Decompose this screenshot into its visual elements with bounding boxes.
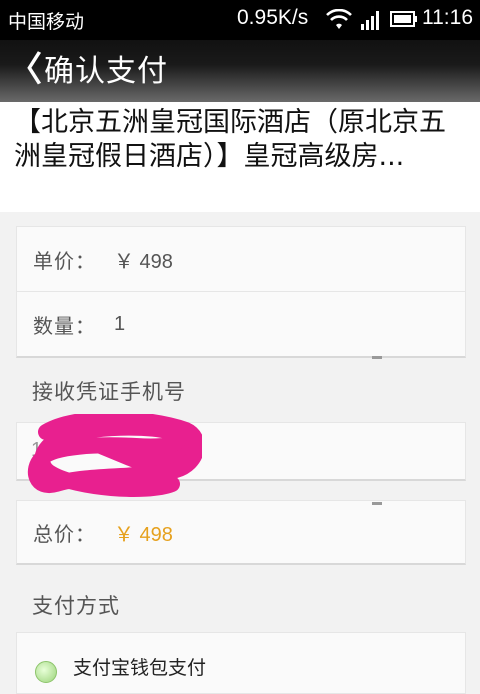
unit-price-value: ￥ 498: [114, 250, 173, 273]
hotel-title: 【北京五洲皇冠国际酒店（原北京五洲皇冠假日酒店）】皇冠高级房...: [14, 106, 464, 174]
payment-section-label: 支付方式: [32, 594, 120, 618]
redaction-scribble: [27, 414, 202, 497]
total-label: 总价：: [33, 521, 96, 546]
divider-notch: [372, 356, 382, 359]
divider-notch: [372, 502, 382, 505]
total-card: 总价： ￥ 498: [16, 500, 466, 565]
quantity-row[interactable]: 数量： 1: [17, 291, 465, 356]
network-speed: 0.95K/s: [237, 6, 309, 29]
clock: 11:16: [422, 6, 473, 29]
status-bar: 中国移动 0.95K/s 11:16: [0, 0, 480, 40]
payment-option-alipay[interactable]: 支付宝钱包支付: [16, 632, 466, 694]
carrier-name: 中国移动: [8, 12, 85, 33]
back-icon[interactable]: 〈: [8, 48, 42, 92]
total-row: 总价： ￥ 498: [17, 501, 465, 563]
order-details-card: 单价： ￥ 498 数量： 1: [16, 226, 466, 359]
quantity-label: 数量：: [33, 313, 96, 338]
quantity-value[interactable]: 1: [114, 313, 125, 336]
unit-price-row: 单价： ￥ 498: [17, 227, 465, 291]
phone-section-label: 接收凭证手机号: [32, 380, 186, 404]
battery-icon: [390, 11, 417, 27]
unit-price-label: 单价：: [33, 248, 96, 273]
wifi-icon: [326, 9, 352, 29]
radio-selected-icon[interactable]: [35, 661, 57, 683]
app-header: 〈 确认支付: [0, 40, 480, 102]
total-price-value: ￥ 498: [114, 523, 173, 546]
payment-option-label: 支付宝钱包支付: [73, 657, 207, 679]
page-title: 确认支付: [44, 54, 168, 89]
signal-icon: [361, 11, 379, 30]
